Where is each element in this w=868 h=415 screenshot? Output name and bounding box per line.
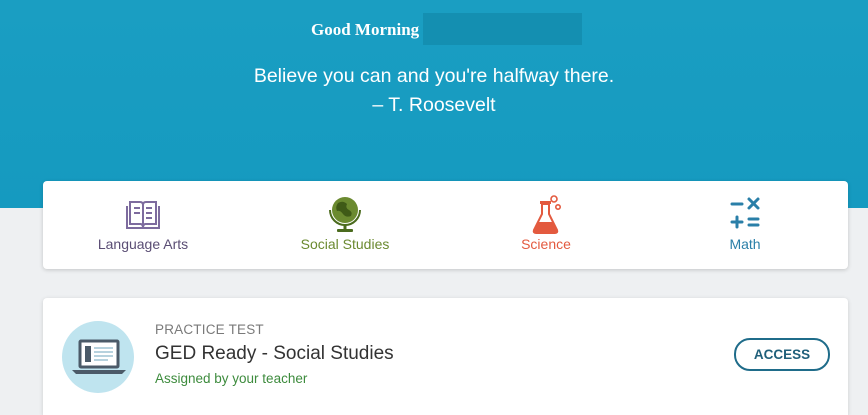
quote-author: – T. Roosevelt: [372, 94, 496, 116]
subjects-card: Language Arts Social Studies Science Mat…: [43, 181, 848, 269]
subject-label: Math: [729, 236, 761, 252]
flask-icon: [528, 194, 564, 241]
user-name-redacted: [423, 13, 583, 45]
test-title: GED Ready - Social Studies: [155, 343, 394, 364]
globe-icon: [326, 194, 364, 239]
subject-label: Social Studies: [300, 236, 390, 252]
greeting-row: Good Morning: [311, 13, 583, 45]
greeting-text: Good Morning: [311, 20, 420, 39]
quote-text: Believe you can and you're halfway there…: [253, 65, 615, 87]
practice-test-card: PRACTICE TEST GED Ready - Social Studies…: [43, 298, 848, 415]
subject-label: Language Arts: [97, 236, 189, 252]
subject-label: Science: [521, 236, 571, 252]
book-icon: [124, 194, 162, 237]
subject-language-arts[interactable]: Language Arts: [43, 181, 243, 269]
math-symbols-icon: [726, 194, 764, 239]
access-button[interactable]: ACCESS: [734, 338, 830, 371]
motivational-quote: Believe you can and you're halfway there…: [0, 62, 868, 120]
test-type-label: PRACTICE TEST: [155, 322, 264, 337]
assigned-by-label: Assigned by your teacher: [155, 371, 308, 386]
laptop-icon: [62, 321, 134, 393]
subject-math[interactable]: Math: [645, 181, 845, 269]
subject-science[interactable]: Science: [446, 181, 646, 269]
hero-banner: Good Morning Believe you can and you're …: [0, 0, 868, 208]
subject-social-studies[interactable]: Social Studies: [245, 181, 445, 269]
